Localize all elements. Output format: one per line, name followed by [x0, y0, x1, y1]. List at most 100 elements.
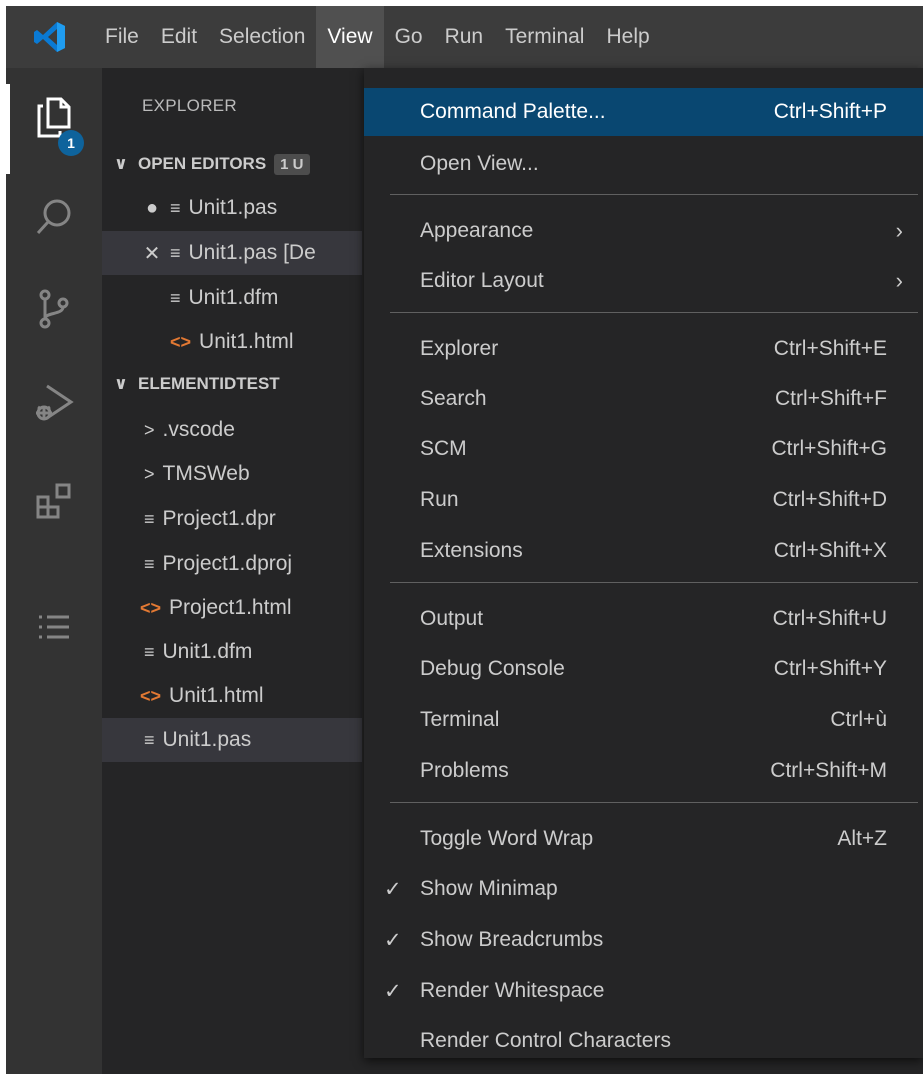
open-editors-label: OPEN EDITORS — [138, 154, 267, 173]
file-item[interactable]: ≡ Project1.dproj — [102, 542, 362, 586]
menu-item-label: Appearance — [420, 219, 534, 242]
menu-item-label: Toggle Word Wrap — [420, 827, 594, 850]
menu-item-label: SCM — [420, 437, 467, 460]
menu-item-render-whitespace[interactable]: ✓ Render Whitespace — [364, 967, 923, 1015]
file-label: .vscode — [162, 418, 235, 441]
menu-terminal[interactable]: Terminal — [494, 6, 595, 68]
menu-item-label: Problems — [420, 759, 509, 782]
menu-item-show-minimap[interactable]: ✓ Show Minimap — [364, 865, 923, 913]
search-icon[interactable] — [6, 178, 102, 256]
menu-bar: File Edit Selection View Go Run Terminal… — [6, 6, 923, 68]
menu-item-extensions[interactable]: Extensions Ctrl+Shift+X — [364, 527, 923, 575]
menu-go[interactable]: Go — [384, 6, 434, 68]
open-editors-header[interactable]: ∨ OPEN EDITORS 1 U — [102, 144, 362, 184]
open-editor-item[interactable]: ● ≡ Unit1.pas — [102, 186, 362, 230]
file-label: Unit1.dfm — [162, 640, 253, 663]
menu-item-run[interactable]: Run Ctrl+Shift+D — [364, 476, 923, 524]
menu-item-explorer[interactable]: Explorer Ctrl+Shift+E — [364, 325, 923, 373]
text-file-icon: ≡ — [144, 508, 155, 529]
text-file-icon: ≡ — [144, 729, 155, 750]
menu-item-shortcut: Ctrl+Shift+F — [774, 387, 887, 410]
menu-item-label: Extensions — [420, 539, 523, 562]
open-editor-label: Unit1.pas [De — [188, 241, 316, 264]
chevron-right-icon: › — [895, 218, 903, 243]
folder-item[interactable]: > TMSWeb — [102, 452, 362, 496]
file-label: Unit1.html — [169, 684, 264, 707]
project-folder-header[interactable]: ∨ ELEMENTIDTEST — [102, 364, 362, 404]
vscode-logo-icon[interactable] — [6, 6, 94, 68]
files-icon[interactable]: 1 — [6, 78, 102, 174]
close-icon[interactable]: ✕ — [142, 241, 162, 266]
menu-separator — [390, 802, 918, 803]
menu-separator — [390, 194, 918, 195]
menu-item-output[interactable]: Output Ctrl+Shift+U — [364, 595, 923, 643]
menu-item-scm[interactable]: SCM Ctrl+Shift+G — [364, 425, 923, 473]
menu-item-label: Open View... — [420, 152, 539, 175]
run-debug-icon[interactable] — [6, 364, 102, 442]
menu-item-open-view[interactable]: Open View... — [364, 140, 923, 188]
menu-item-show-breadcrumbs[interactable]: ✓ Show Breadcrumbs — [364, 916, 923, 964]
file-item[interactable]: <> Unit1.html — [102, 674, 362, 718]
menu-item-label: Search — [420, 387, 487, 410]
menu-item-shortcut: Ctrl+Shift+G — [771, 437, 887, 460]
menu-item-label: Terminal — [420, 708, 500, 731]
file-item[interactable]: ≡ Project1.dpr — [102, 497, 362, 541]
menu-item-toggle-word-wrap[interactable]: Toggle Word Wrap Alt+Z — [364, 815, 923, 863]
menu-item-shortcut: Ctrl+Shift+D — [772, 488, 887, 511]
menu-item-shortcut: Ctrl+Shift+E — [773, 337, 887, 360]
menu-item-label: Explorer — [420, 337, 499, 360]
menu-item-shortcut: Ctrl+Shift+Y — [773, 657, 887, 680]
menu-help[interactable]: Help — [595, 6, 660, 68]
menu-selection[interactable]: Selection — [208, 6, 316, 68]
menu-edit[interactable]: Edit — [150, 6, 208, 68]
chevron-right-icon: > — [144, 463, 155, 484]
file-label: Project1.html — [169, 596, 292, 619]
file-item[interactable]: <> Project1.html — [102, 586, 362, 630]
folder-item[interactable]: > .vscode — [102, 408, 362, 452]
menu-separator — [390, 312, 918, 313]
menu-item-appearance[interactable]: Appearance › — [364, 207, 923, 255]
menu-run[interactable]: Run — [434, 6, 495, 68]
chevron-down-icon: ∨ — [114, 374, 128, 393]
open-editor-item[interactable]: ✕ ≡ Unit1.pas [De — [102, 231, 362, 275]
html-file-icon: <> — [140, 685, 162, 706]
menu-item-debug-console[interactable]: Debug Console Ctrl+Shift+Y — [364, 645, 923, 693]
checkmark-icon: ✓ — [384, 928, 402, 952]
source-control-icon[interactable] — [6, 270, 102, 348]
menu-item-shortcut: Ctrl+Shift+M — [770, 759, 887, 782]
text-file-icon: ≡ — [144, 553, 155, 574]
menu-item-label: Debug Console — [420, 657, 565, 680]
file-label: Project1.dproj — [162, 552, 293, 575]
menu-item-label: Show Breadcrumbs — [420, 928, 604, 951]
menu-item-label: Command Palette... — [420, 100, 606, 123]
checkmark-icon: ✓ — [384, 979, 402, 1003]
unsaved-count-badge: 1 U — [274, 153, 310, 175]
open-editor-item[interactable]: <> Unit1.html — [102, 320, 362, 364]
file-label: Project1.dpr — [162, 507, 276, 530]
menu-item-label: Render Control Characters — [420, 1029, 671, 1052]
menu-item-problems[interactable]: Problems Ctrl+Shift+M — [364, 747, 923, 795]
menu-file[interactable]: File — [94, 6, 150, 68]
menu-item-shortcut: Ctrl+Shift+X — [773, 539, 887, 562]
open-editor-item[interactable]: ≡ Unit1.dfm — [102, 276, 362, 320]
open-editor-label: Unit1.html — [199, 330, 294, 353]
file-item[interactable]: ≡ Unit1.pas — [102, 718, 362, 762]
dirty-dot-icon: ● — [145, 196, 159, 219]
chevron-right-icon: > — [144, 419, 155, 440]
file-item[interactable]: ≡ Unit1.dfm — [102, 630, 362, 674]
file-label: TMSWeb — [162, 462, 250, 485]
chevron-right-icon: › — [895, 268, 903, 293]
menu-item-search[interactable]: Search Ctrl+Shift+F — [364, 375, 923, 423]
menu-item-render-control-characters[interactable]: Render Control Characters — [364, 1017, 923, 1065]
menu-view[interactable]: View — [316, 6, 384, 68]
extensions-icon[interactable] — [6, 462, 102, 540]
menu-item-label: Editor Layout — [420, 269, 544, 292]
menu-item-editor-layout[interactable]: Editor Layout › — [364, 257, 923, 305]
menu-item-shortcut: Ctrl+Shift+P — [773, 100, 887, 123]
menu-item-shortcut: Ctrl+ù — [830, 708, 887, 731]
vscode-window: File Edit Selection View Go Run Terminal… — [6, 6, 923, 1074]
open-editor-label: Unit1.pas — [188, 196, 278, 219]
menu-item-command-palette[interactable]: Command Palette... Ctrl+Shift+P — [364, 88, 923, 136]
menu-item-terminal[interactable]: Terminal Ctrl+ù — [364, 696, 923, 744]
list-icon[interactable] — [6, 588, 102, 666]
